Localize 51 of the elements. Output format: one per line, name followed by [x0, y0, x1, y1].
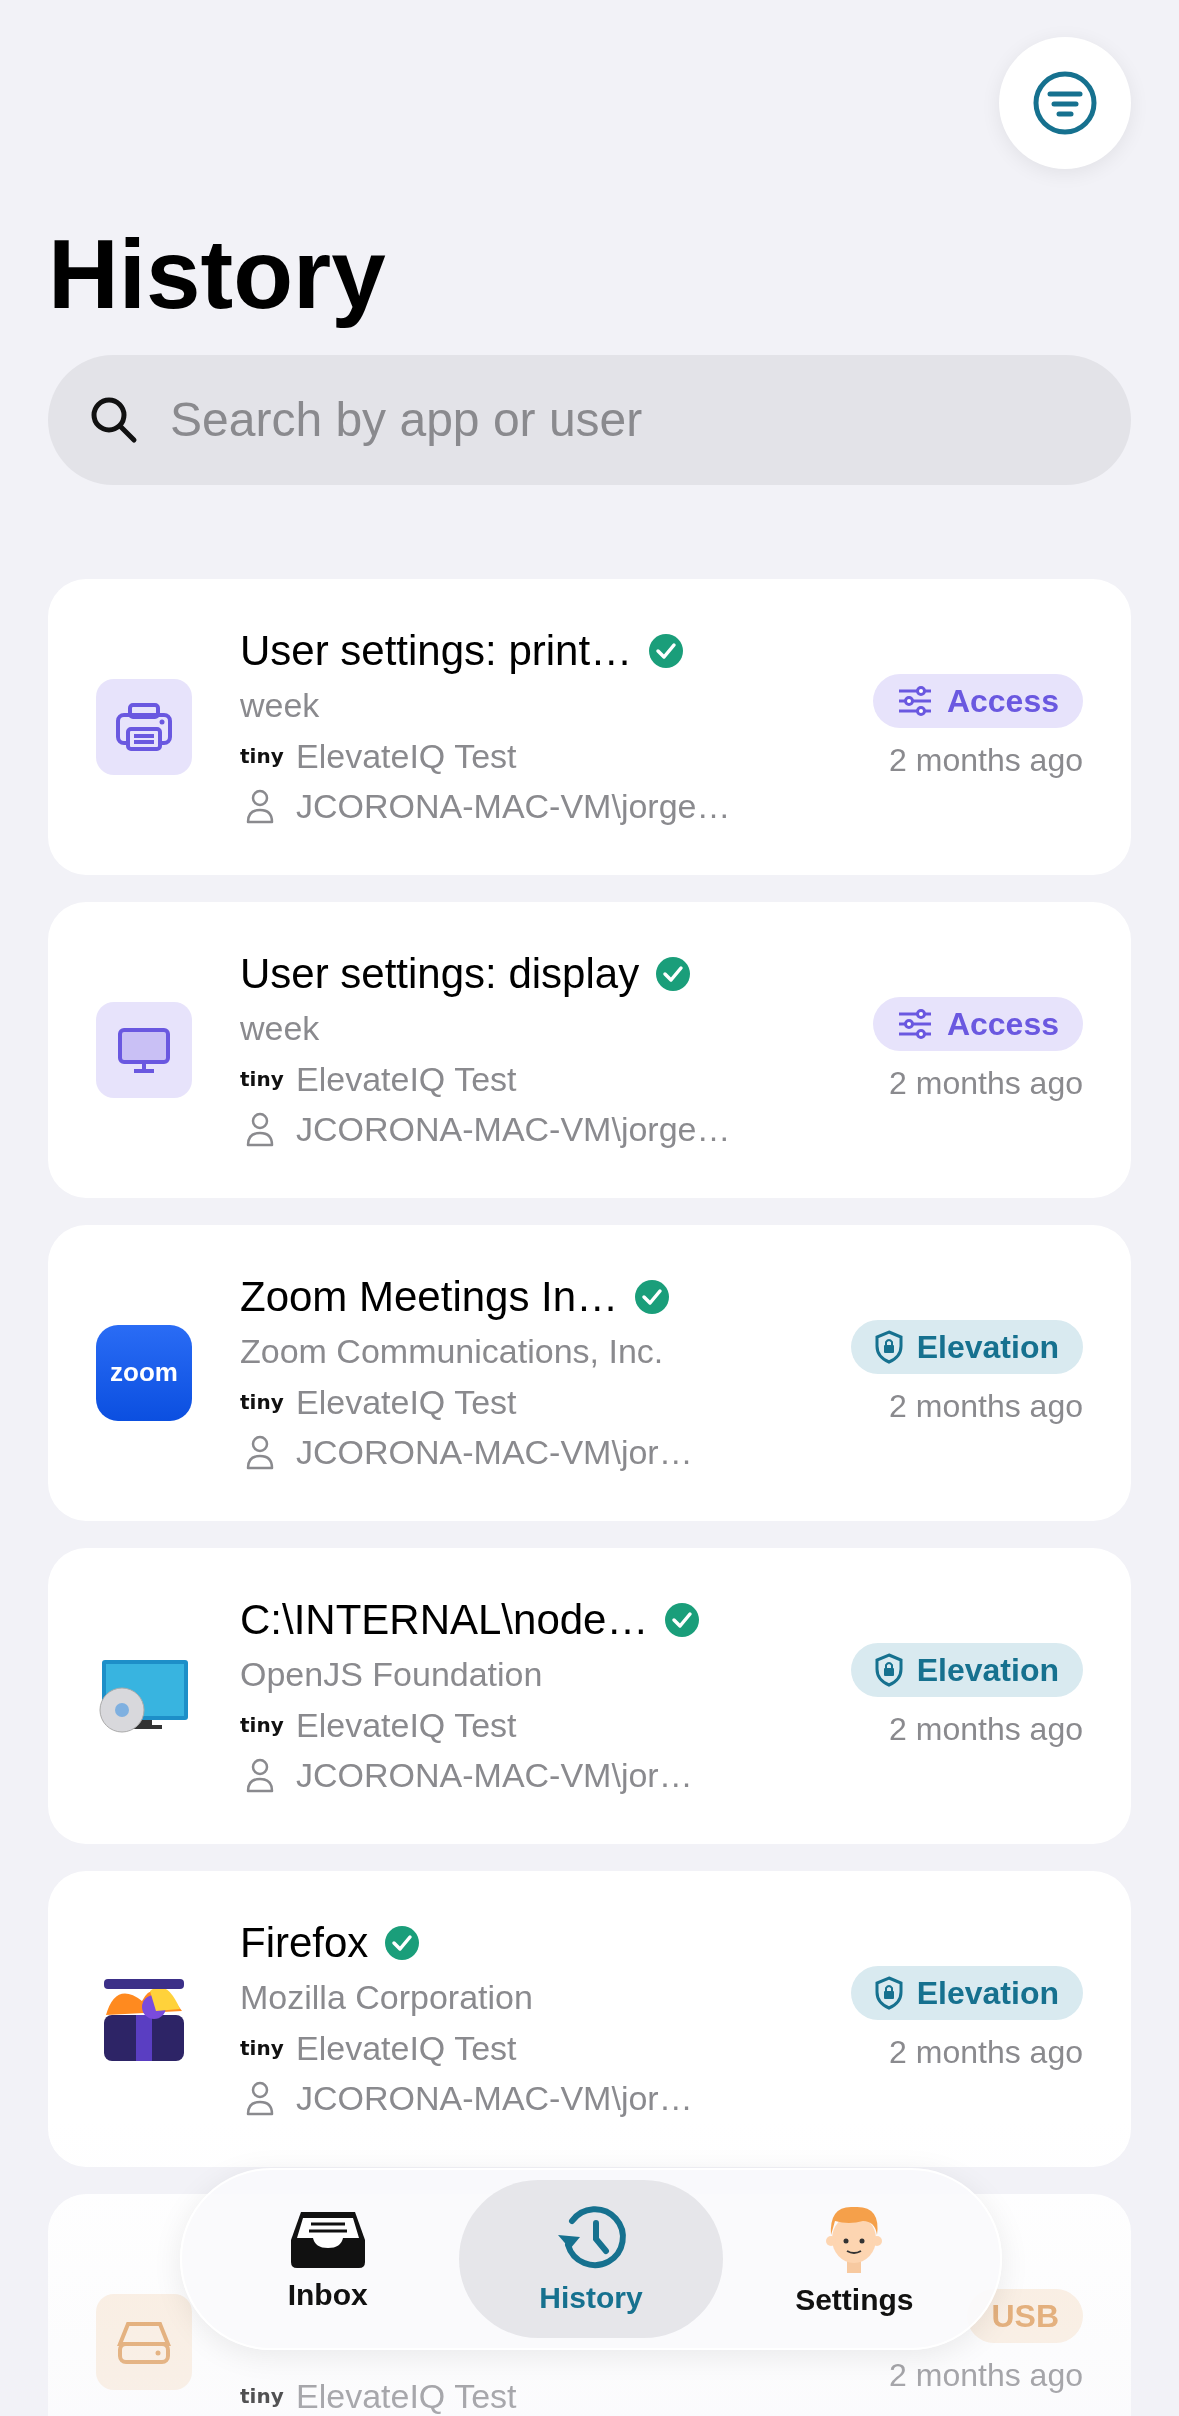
- timestamp: 2 months ago: [889, 1065, 1083, 1103]
- publisher-text: Mozilla Corporation: [240, 1976, 534, 2018]
- tenant-name: ElevateIQ Test: [296, 2027, 517, 2069]
- timestamp: 2 months ago: [889, 2034, 1083, 2072]
- shield-lock-icon: [874, 1330, 903, 1365]
- publisher-text: Zoom Communications, Inc.: [240, 1330, 665, 1372]
- sliders-icon: [896, 686, 933, 717]
- type-tag: Elevation: [850, 1966, 1083, 2021]
- search-bar[interactable]: Search by app or user: [48, 354, 1131, 485]
- filter-icon: [1032, 70, 1098, 136]
- app-title: User settings: display: [240, 949, 640, 998]
- app-title: Firefox: [240, 1918, 369, 1967]
- sliders-icon: [896, 1009, 933, 1040]
- timestamp: 2 months ago: [889, 1711, 1083, 1749]
- app-title: User settings: print…: [240, 626, 633, 675]
- publisher-text: week: [240, 1007, 321, 1049]
- monitor-icon: [96, 1001, 192, 1098]
- user-name: JCORONA-MAC-VM\jor…: [296, 1754, 693, 1796]
- printer-icon: [96, 678, 192, 775]
- history-card[interactable]: zoom Zoom Meetings In… Zoom Communications, Inc. tiny ElevateIQ Test JCORONA-MAC-VM\jor… Elevation 2 months ago: [48, 1224, 1131, 1521]
- publisher-text: week: [240, 684, 321, 726]
- tenant-name: ElevateIQ Test: [296, 1704, 517, 1746]
- timestamp: 2 months ago: [889, 2357, 1083, 2395]
- history-card[interactable]: User settings: print… week tiny ElevateIQ Test JCORONA-MAC-VM\jorge… Access 2 months ago: [48, 578, 1131, 875]
- tenant-name: ElevateIQ Test: [296, 1381, 517, 1423]
- timestamp: 2 months ago: [889, 742, 1083, 780]
- app-title: C:\INTERNAL\node…: [240, 1595, 649, 1644]
- shield-lock-icon: [874, 1653, 903, 1688]
- drive-icon: [96, 2293, 192, 2390]
- tenant-name: ElevateIQ Test: [296, 2375, 517, 2416]
- type-tag: Elevation: [850, 1320, 1083, 1375]
- tab-item[interactable]: History: [459, 2180, 723, 2338]
- user-name: JCORONA-MAC-VM\jorge…: [296, 1108, 731, 1150]
- tenant-name: ElevateIQ Test: [296, 1058, 517, 1100]
- tenant-name: ElevateIQ Test: [296, 735, 517, 777]
- search-field[interactable]: Search by app or user: [168, 391, 1091, 449]
- page-title: History: [48, 221, 387, 329]
- history-card[interactable]: User settings: display week tiny ElevateIQ Test JCORONA-MAC-VM\jorge… Access 2 months ago: [48, 901, 1131, 1198]
- type-tag: Access: [872, 674, 1083, 729]
- user-name: JCORONA-MAC-VM\jor…: [296, 1431, 693, 1473]
- app-title: Zoom Meetings In…: [240, 1272, 619, 1321]
- app-logo: zoom: [96, 1324, 192, 1421]
- user-name: JCORONA-MAC-VM\jor…: [296, 2077, 693, 2119]
- history-card[interactable]: C:\INTERNAL\node… OpenJS Foundation tiny ElevateIQ Test JCORONA-MAC-VM\jor… Elevation 2 months ago: [48, 1547, 1131, 1844]
- user-name: JCORONA-MAC-VM\jorge…: [296, 785, 731, 827]
- timestamp: 2 months ago: [889, 1388, 1083, 1426]
- publisher-text: OpenJS Foundation: [240, 1653, 544, 1695]
- shield-lock-icon: [874, 1976, 903, 2011]
- history-card[interactable]: Firefox Mozilla Corporation tiny ElevateIQ Test JCORONA-MAC-VM\jor… Elevation 2 months ago: [48, 1870, 1131, 2167]
- type-tag: Access: [872, 997, 1083, 1052]
- type-tag: Elevation: [850, 1643, 1083, 1698]
